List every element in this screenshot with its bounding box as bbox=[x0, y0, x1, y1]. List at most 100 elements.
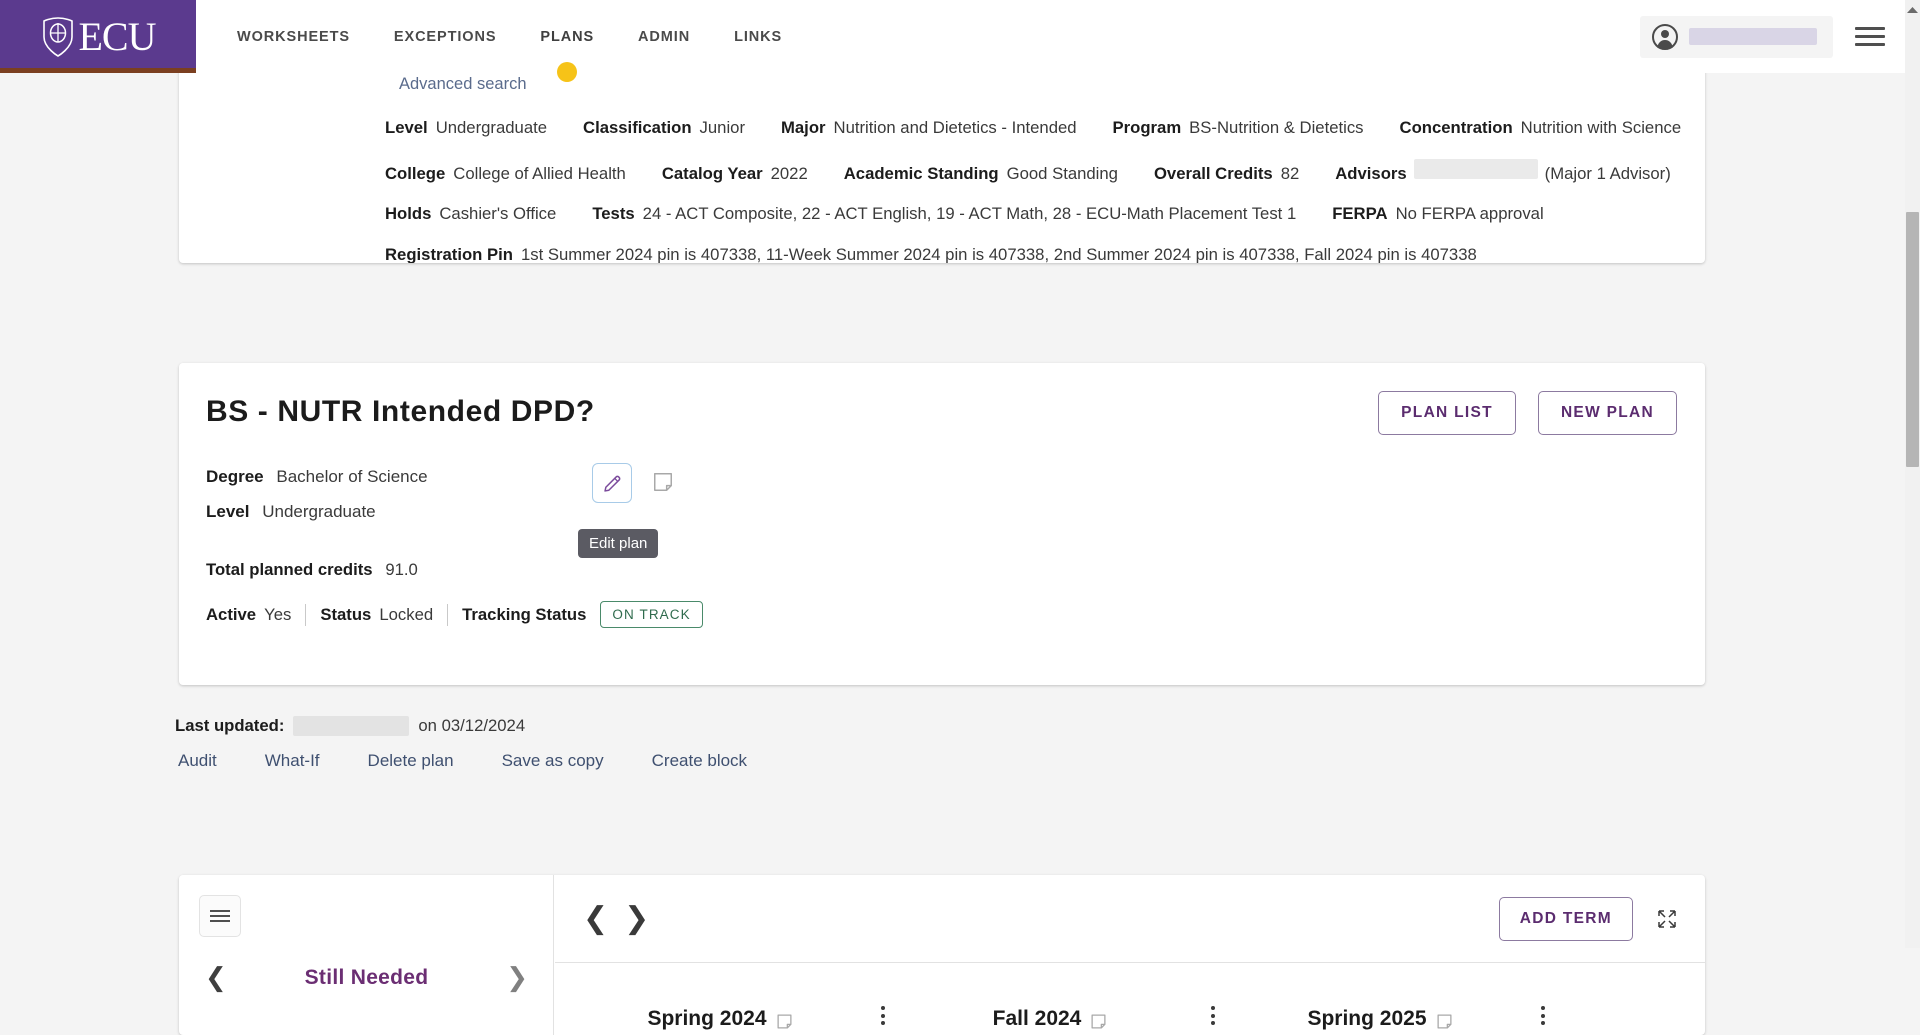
info-major: Major Nutrition and Dietetics - Intended bbox=[781, 118, 1077, 138]
plan-meta-block: Degree Bachelor of Science Level Undergr… bbox=[206, 467, 428, 537]
info-registration-pin-value: 1st Summer 2024 pin is 407338, 11-Week S… bbox=[520, 244, 1477, 264]
info-ferpa-label: FERPA bbox=[1332, 204, 1388, 223]
user-avatar-icon bbox=[1652, 23, 1678, 50]
nav-tab-plans-label: PLANS bbox=[540, 28, 595, 45]
edit-plan-tooltip: Edit plan bbox=[578, 529, 659, 558]
terms-next-icon[interactable]: ❯ bbox=[624, 903, 649, 934]
nav-tab-worksheets[interactable]: WORKSHEETS bbox=[215, 0, 372, 73]
student-info-rows: Level Undergraduate Classification Junio… bbox=[385, 118, 1705, 263]
info-program: Program BS-Nutrition & Dietetics bbox=[1113, 118, 1364, 138]
info-college-value: College of Allied Health bbox=[453, 163, 626, 183]
nav-tab-links[interactable]: LINKS bbox=[712, 0, 804, 73]
info-ferpa-value: No FERPA approval bbox=[1395, 204, 1544, 223]
plan-note-icon[interactable] bbox=[652, 471, 674, 493]
what-if-link[interactable]: What-If bbox=[265, 751, 368, 771]
advanced-search-link[interactable]: Advanced search bbox=[399, 75, 527, 94]
ecu-brand-logo[interactable]: ECU bbox=[0, 0, 196, 73]
info-holds-label: Holds bbox=[385, 204, 432, 223]
last-updated-row: Last updated: on 03/12/2024 bbox=[175, 716, 525, 736]
plan-tracking-status-label: Tracking Status bbox=[462, 604, 587, 624]
plan-level-value: Undergraduate bbox=[262, 502, 376, 521]
add-term-button[interactable]: ADD TERM bbox=[1498, 896, 1633, 941]
hamburger-menu-icon[interactable] bbox=[1855, 26, 1885, 47]
divider bbox=[305, 603, 307, 626]
expand-collapse-icon[interactable] bbox=[1657, 909, 1677, 929]
user-name-redacted bbox=[1689, 28, 1817, 45]
delete-plan-link[interactable]: Delete plan bbox=[368, 751, 502, 771]
advisor-name-redacted bbox=[1413, 158, 1538, 179]
page-scrollbar[interactable] bbox=[1905, 0, 1920, 948]
still-needed-title: Still Needed bbox=[304, 966, 429, 989]
info-advisors-value: (Major 1 Advisor) bbox=[1544, 163, 1671, 183]
plan-editor-panel: ❮ Still Needed ❯ ❮ ❯ ADD TERM Spring 202… bbox=[179, 875, 1705, 1035]
ecu-shield-icon bbox=[42, 16, 73, 57]
nav-tab-plans[interactable]: PLANS bbox=[518, 0, 616, 82]
brand-underline bbox=[0, 68, 196, 73]
last-updated-user-redacted bbox=[293, 716, 410, 736]
last-updated-date: on 03/12/2024 bbox=[418, 716, 526, 735]
ecu-wordmark: ECU bbox=[78, 13, 157, 59]
nav-tab-worksheets-label: WORKSHEETS bbox=[237, 28, 350, 45]
student-info-row: College College of Allied Health Catalog… bbox=[385, 158, 1705, 184]
info-major-value: Nutrition and Dietetics - Intended bbox=[833, 118, 1077, 137]
plan-level-row: Level Undergraduate bbox=[206, 502, 428, 522]
active-tab-indicator bbox=[557, 62, 578, 82]
create-block-link[interactable]: Create block bbox=[652, 751, 795, 771]
edit-plan-button[interactable] bbox=[592, 463, 632, 503]
info-registration-pin-label: Registration Pin bbox=[385, 244, 513, 264]
nav-tab-admin[interactable]: ADMIN bbox=[616, 0, 712, 73]
still-needed-next-icon[interactable]: ❯ bbox=[506, 965, 528, 991]
nav-tab-exceptions[interactable]: EXCEPTIONS bbox=[372, 0, 518, 73]
total-planned-credits-value: 91.0 bbox=[385, 560, 418, 579]
term-name: Spring 2024 bbox=[647, 1007, 767, 1030]
plan-active-label: Active bbox=[206, 604, 257, 624]
scrollbar-thumb[interactable] bbox=[1906, 212, 1919, 467]
main-navigation: WORKSHEETS EXCEPTIONS PLANS ADMIN LINKS bbox=[196, 0, 804, 82]
scroll-up-arrow-icon[interactable] bbox=[1906, 4, 1919, 16]
plan-degree-label: Degree bbox=[206, 467, 264, 486]
plan-action-buttons: PLAN LIST NEW PLAN bbox=[1378, 391, 1677, 435]
last-updated-label: Last updated: bbox=[175, 716, 285, 735]
plan-level-label: Level bbox=[206, 502, 250, 521]
note-icon[interactable] bbox=[1090, 1012, 1107, 1031]
new-plan-button[interactable]: NEW PLAN bbox=[1537, 391, 1677, 435]
info-holds-value: Cashier's Office bbox=[439, 204, 557, 223]
info-catalog-year-value: 2022 bbox=[770, 163, 808, 183]
save-as-copy-link[interactable]: Save as copy bbox=[502, 751, 652, 771]
user-account-chip[interactable] bbox=[1640, 15, 1833, 58]
info-classification: Classification Junior bbox=[583, 118, 745, 138]
still-needed-prev-icon[interactable]: ❮ bbox=[205, 965, 227, 991]
term-header-cell: Spring 2024 bbox=[555, 964, 885, 1035]
info-academic-standing: Academic Standing Good Standing bbox=[844, 164, 1118, 184]
info-holds: Holds Cashier's Office bbox=[385, 204, 556, 224]
status-badge: ON TRACK bbox=[600, 601, 703, 628]
info-ferpa: FERPA No FERPA approval bbox=[1332, 204, 1543, 224]
info-catalog-year: Catalog Year 2022 bbox=[662, 164, 808, 184]
term-kebab-menu-icon[interactable] bbox=[1541, 1006, 1545, 1025]
note-icon[interactable] bbox=[1436, 1012, 1453, 1031]
term-header-cell: Spring 2025 bbox=[1215, 964, 1545, 1035]
term-name: Fall 2024 bbox=[992, 1007, 1082, 1030]
note-icon[interactable] bbox=[776, 1012, 793, 1031]
page-title: BS - NUTR Intended DPD? bbox=[206, 395, 595, 428]
audit-link[interactable]: Audit bbox=[178, 751, 265, 771]
still-needed-navigator: ❮ Still Needed ❯ bbox=[179, 965, 554, 991]
term-headers-row: Spring 2024 Fall 2024 Spring 2025 bbox=[555, 964, 1705, 1035]
terms-column: ❮ ❯ ADD TERM Spring 2024 Fall 2024 Sprin… bbox=[555, 875, 1705, 1035]
plan-status-row: Active Yes Status Locked Tracking Status… bbox=[206, 601, 703, 628]
nav-tab-links-label: LINKS bbox=[734, 28, 783, 45]
still-needed-menu-button[interactable] bbox=[199, 895, 241, 937]
plan-degree-row: Degree Bachelor of Science bbox=[206, 467, 428, 487]
info-concentration-label: Concentration bbox=[1399, 118, 1513, 137]
info-tests-value: 24 - ACT Composite, 22 - ACT English, 19… bbox=[642, 204, 1297, 223]
plan-status-label: Status bbox=[320, 604, 372, 624]
student-info-row: Holds Cashier's Office Tests 24 - ACT Co… bbox=[385, 204, 1705, 224]
page-content: Advanced search Level Undergraduate Clas… bbox=[0, 0, 1905, 1035]
plan-list-button[interactable]: PLAN LIST bbox=[1378, 391, 1516, 435]
info-overall-credits: Overall Credits 82 bbox=[1154, 164, 1299, 184]
info-academic-standing-label: Academic Standing bbox=[843, 163, 999, 183]
term-name: Spring 2025 bbox=[1307, 1007, 1427, 1030]
info-classification-label: Classification bbox=[583, 118, 692, 137]
pencil-icon bbox=[603, 475, 620, 492]
terms-prev-icon[interactable]: ❮ bbox=[583, 903, 608, 934]
